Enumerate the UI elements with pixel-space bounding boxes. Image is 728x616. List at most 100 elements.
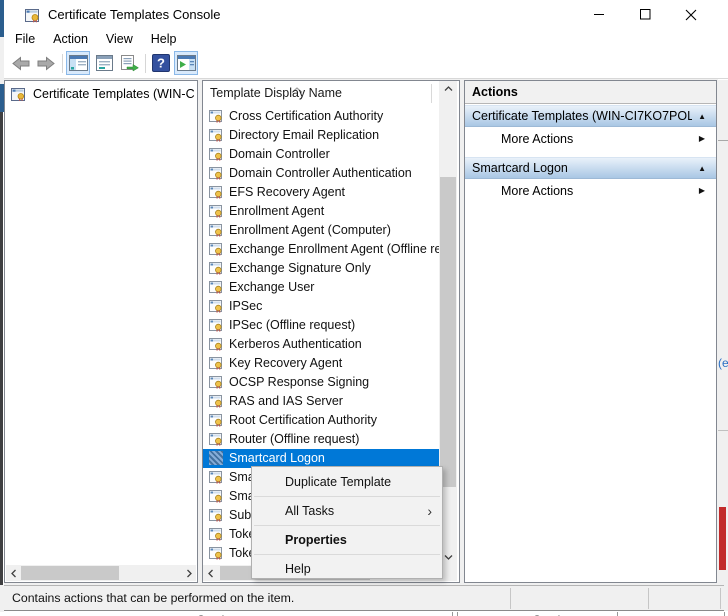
- certificate-template-icon: [209, 147, 223, 162]
- list-row[interactable]: IPSec: [203, 297, 439, 316]
- certificate-template-icon: [209, 356, 223, 371]
- export-list-button[interactable]: [117, 51, 141, 75]
- certificate-template-icon: [209, 223, 223, 238]
- mmc-console-icon: [25, 7, 40, 28]
- list-row[interactable]: Key Recovery Agent: [203, 354, 439, 373]
- toolbar-separator: [62, 54, 63, 73]
- list-row-label: Domain Controller: [229, 145, 330, 164]
- tree-item-certificate-templates[interactable]: Certificate Templates (WIN-CI7K: [7, 84, 195, 104]
- show-console-tree-button[interactable]: [66, 51, 90, 75]
- show-action-pane-button[interactable]: [174, 51, 198, 75]
- title-bar[interactable]: Certificate Templates Console: [4, 0, 728, 29]
- menu-file[interactable]: File: [6, 29, 44, 49]
- list-row-label: Enrollment Agent (Computer): [229, 221, 391, 240]
- scrollbar-thumb[interactable]: [440, 177, 456, 487]
- more-actions-item[interactable]: More Actions ▶: [465, 128, 716, 150]
- background-window-right-edge: (e: [717, 80, 728, 611]
- status-text: Contains actions that can be performed o…: [12, 586, 294, 611]
- list-row-label: Enrollment Agent: [229, 202, 324, 221]
- collapse-section-icon[interactable]: ▲: [698, 112, 706, 121]
- certificate-template-icon: [209, 185, 223, 200]
- menu-help[interactable]: Help: [142, 29, 186, 49]
- maximize-button[interactable]: [628, 0, 662, 29]
- action-section-header[interactable]: Certificate Templates (WIN-CI7KO7POL... ▲: [465, 105, 716, 127]
- list-row-label: IPSec: [229, 297, 262, 316]
- action-section-label: Smartcard Logon: [472, 158, 568, 179]
- more-actions-arrow-icon: ▶: [699, 134, 705, 143]
- collapse-section-icon[interactable]: ▲: [698, 164, 706, 173]
- list-row[interactable]: Enrollment Agent: [203, 202, 439, 221]
- actions-pane: Actions Certificate Templates (WIN-CI7KO…: [464, 80, 717, 583]
- close-button[interactable]: [674, 0, 708, 29]
- status-divider: [648, 588, 649, 609]
- list-row[interactable]: EFS Recovery Agent: [203, 183, 439, 202]
- scroll-right-arrow[interactable]: [181, 565, 196, 581]
- certificate-templates-console-window: (e Certificate Templates Console FileAct…: [0, 0, 728, 616]
- action-section-header[interactable]: Smartcard Logon ▲: [465, 157, 716, 179]
- export-list-icon: [119, 55, 140, 72]
- column-header-label: Template Display Name: [210, 86, 342, 100]
- scroll-left-arrow[interactable]: [203, 565, 218, 581]
- context-menu-item-duplicate-template[interactable]: Duplicate Template: [252, 469, 442, 495]
- menu-action[interactable]: Action: [44, 29, 97, 49]
- list-row[interactable]: Root Certification Authority: [203, 411, 439, 430]
- list-row-label: Exchange Signature Only: [229, 259, 371, 278]
- help-button[interactable]: ?: [149, 51, 173, 75]
- column-divider[interactable]: [431, 84, 432, 103]
- certificate-template-icon: [209, 204, 223, 219]
- list-row[interactable]: OCSP Response Signing: [203, 373, 439, 392]
- list-row-label: RAS and IAS Server: [229, 392, 343, 411]
- toolbar: ?: [4, 49, 728, 79]
- list-row[interactable]: Cross Certification Authority: [203, 107, 439, 126]
- list-row-label: IPSec (Offline request): [229, 316, 355, 335]
- submenu-arrow-icon: ›: [427, 498, 432, 524]
- list-row[interactable]: Enrollment Agent (Computer): [203, 221, 439, 240]
- status-divider: [720, 588, 721, 609]
- list-row[interactable]: Router (Offline request): [203, 430, 439, 449]
- properties-icon: [95, 55, 114, 71]
- menu-separator: [254, 496, 440, 497]
- list-row[interactable]: RAS and IAS Server: [203, 392, 439, 411]
- menu-view[interactable]: View: [97, 29, 142, 49]
- certificate-template-icon: [209, 432, 223, 447]
- context-menu-item-properties[interactable]: Properties: [252, 527, 442, 553]
- menu-separator: [254, 554, 440, 555]
- list-row[interactable]: Exchange User: [203, 278, 439, 297]
- console-tree-icon: [69, 55, 88, 71]
- list-row-label: OCSP Response Signing: [229, 373, 369, 392]
- background-link-fragment: (e: [718, 356, 728, 370]
- actions-title-label: Actions: [472, 85, 518, 99]
- action-section-label: Certificate Templates (WIN-CI7KO7POL...: [472, 106, 692, 127]
- scroll-left-arrow[interactable]: [6, 565, 21, 581]
- status-bar: Contains actions that can be performed o…: [4, 585, 724, 611]
- list-row[interactable]: Directory Email Replication: [203, 126, 439, 145]
- list-row-label: Key Recovery Agent: [229, 354, 342, 373]
- list-row[interactable]: Exchange Signature Only: [203, 259, 439, 278]
- scroll-up-arrow[interactable]: [440, 81, 456, 97]
- console-tree-pane: Certificate Templates (WIN-CI7K: [4, 80, 198, 583]
- list-row[interactable]: Domain Controller: [203, 145, 439, 164]
- forward-button[interactable]: [34, 51, 58, 75]
- list-column-header[interactable]: Template Display Name: [203, 81, 439, 106]
- list-row[interactable]: IPSec (Offline request): [203, 316, 439, 335]
- list-row-label: Root Certification Authority: [229, 411, 377, 430]
- back-button[interactable]: [9, 51, 33, 75]
- context-menu-item-all-tasks[interactable]: All Tasks›: [252, 498, 442, 524]
- minimize-button[interactable]: [582, 0, 616, 29]
- certificate-template-icon: [209, 470, 223, 485]
- context-menu-item-help[interactable]: Help: [252, 556, 442, 582]
- more-actions-item[interactable]: More Actions▶: [465, 180, 716, 202]
- certificate-template-icon-selected: [209, 451, 223, 465]
- certificate-template-icon: [209, 508, 223, 523]
- certificate-template-icon: [209, 109, 223, 124]
- list-row[interactable]: Domain Controller Authentication: [203, 164, 439, 183]
- certificate-template-icon: [209, 166, 223, 181]
- scrollbar-thumb[interactable]: [21, 566, 119, 580]
- certificate-template-icon: [209, 242, 223, 257]
- certificate-template-icon: [209, 337, 223, 352]
- list-row[interactable]: Kerberos Authentication: [203, 335, 439, 354]
- more-actions-label: More Actions: [501, 128, 573, 150]
- list-row[interactable]: Exchange Enrollment Agent (Offline requ.: [203, 240, 439, 259]
- properties-button[interactable]: [92, 51, 116, 75]
- tree-horizontal-scrollbar[interactable]: [6, 565, 196, 581]
